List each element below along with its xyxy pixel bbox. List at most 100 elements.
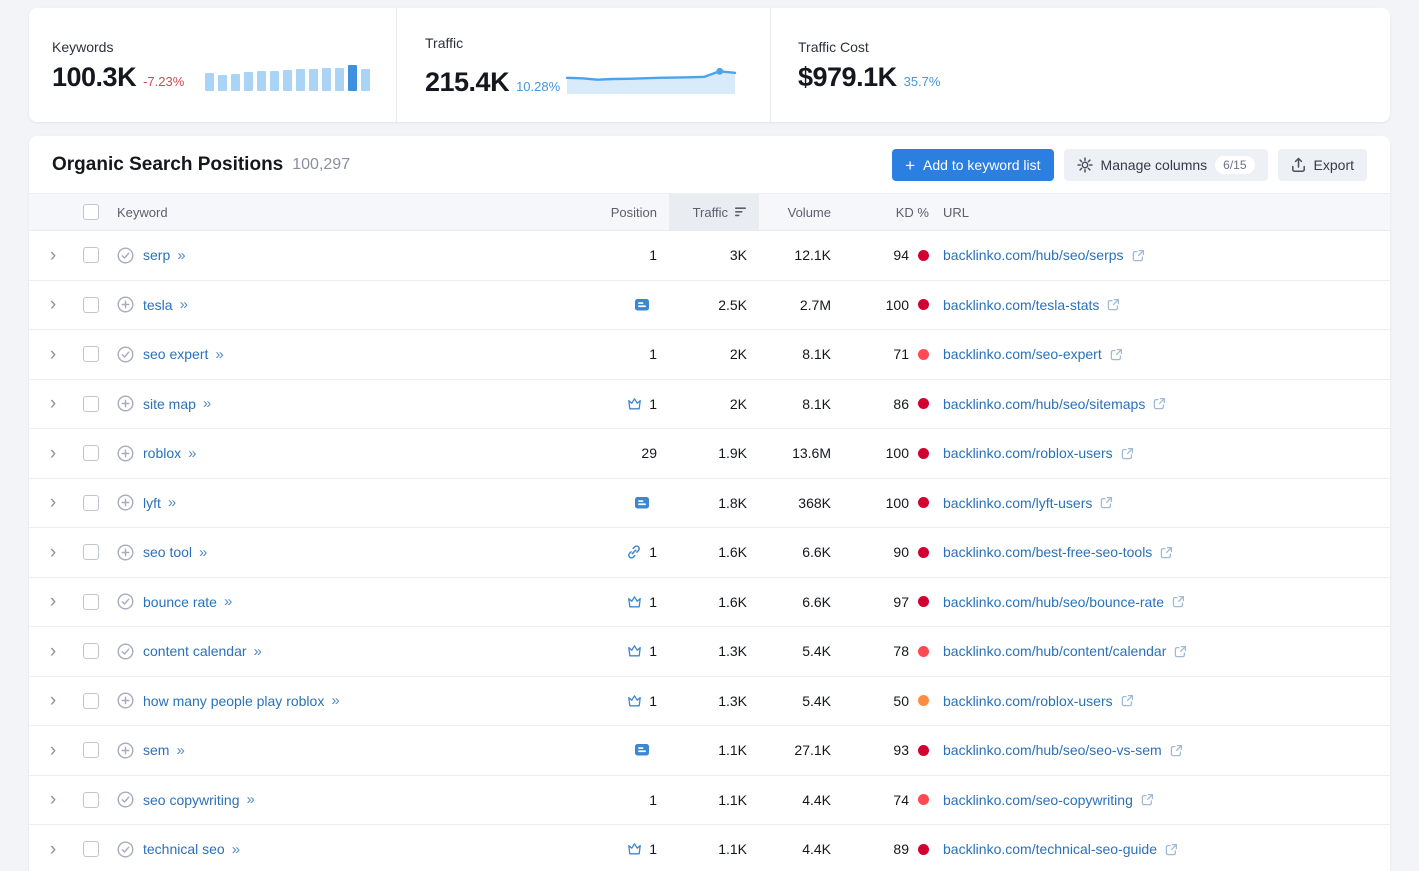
plus-circle-icon[interactable] — [117, 445, 134, 462]
double-chevron-icon[interactable]: » — [331, 692, 339, 709]
expand-row-chevron[interactable]: › — [50, 592, 56, 611]
url-link[interactable]: backlinko.com/hub/seo/seo-vs-sem — [943, 742, 1162, 758]
row-checkbox[interactable] — [83, 495, 99, 511]
double-chevron-icon[interactable]: » — [224, 593, 232, 610]
double-chevron-icon[interactable]: » — [177, 247, 185, 264]
double-chevron-icon[interactable]: » — [247, 791, 255, 808]
url-link[interactable]: backlinko.com/hub/seo/bounce-rate — [943, 594, 1164, 610]
select-all-checkbox[interactable] — [83, 204, 99, 220]
external-link-icon[interactable] — [1121, 447, 1134, 460]
check-circle-icon[interactable] — [117, 247, 134, 264]
external-link-icon[interactable] — [1153, 397, 1166, 410]
column-header-url[interactable]: URL — [933, 194, 1390, 230]
keyword-link[interactable]: technical seo — [143, 841, 225, 857]
url-link[interactable]: backlinko.com/technical-seo-guide — [943, 841, 1157, 857]
plus-circle-icon[interactable] — [117, 395, 134, 412]
column-header-volume[interactable]: Volume — [759, 194, 839, 230]
external-link-icon[interactable] — [1165, 843, 1178, 856]
row-checkbox[interactable] — [83, 544, 99, 560]
double-chevron-icon[interactable]: » — [232, 841, 240, 858]
keyword-link[interactable]: bounce rate — [143, 594, 217, 610]
double-chevron-icon[interactable]: » — [254, 643, 262, 660]
double-chevron-icon[interactable]: » — [180, 296, 188, 313]
url-link[interactable]: backlinko.com/seo-expert — [943, 346, 1102, 362]
plus-circle-icon[interactable] — [117, 742, 134, 759]
external-link-icon[interactable] — [1160, 546, 1173, 559]
column-header-traffic[interactable]: Traffic — [669, 194, 759, 230]
expand-row-chevron[interactable]: › — [50, 246, 56, 265]
row-checkbox[interactable] — [83, 841, 99, 857]
expand-row-chevron[interactable]: › — [50, 444, 56, 463]
check-circle-icon[interactable] — [117, 346, 134, 363]
url-link[interactable]: backlinko.com/hub/seo/sitemaps — [943, 396, 1145, 412]
plus-circle-icon[interactable] — [117, 544, 134, 561]
expand-row-chevron[interactable]: › — [50, 295, 56, 314]
url-link[interactable]: backlinko.com/best-free-seo-tools — [943, 544, 1152, 560]
url-link[interactable]: backlinko.com/hub/seo/serps — [943, 247, 1124, 263]
keyword-link[interactable]: how many people play roblox — [143, 693, 324, 709]
url-link[interactable]: backlinko.com/hub/content/calendar — [943, 643, 1166, 659]
add-to-keyword-list-button[interactable]: + Add to keyword list — [892, 149, 1053, 181]
url-link[interactable]: backlinko.com/seo-copywriting — [943, 792, 1133, 808]
external-link-icon[interactable] — [1100, 496, 1113, 509]
row-checkbox[interactable] — [83, 594, 99, 610]
row-checkbox[interactable] — [83, 396, 99, 412]
external-link-icon[interactable] — [1110, 348, 1123, 361]
row-checkbox[interactable] — [83, 247, 99, 263]
external-link-icon[interactable] — [1121, 694, 1134, 707]
keyword-link[interactable]: content calendar — [143, 643, 247, 659]
external-link-icon[interactable] — [1170, 744, 1183, 757]
double-chevron-icon[interactable]: » — [199, 544, 207, 561]
double-chevron-icon[interactable]: » — [215, 346, 223, 363]
expand-row-chevron[interactable]: › — [50, 741, 56, 760]
double-chevron-icon[interactable]: » — [188, 445, 196, 462]
keyword-link[interactable]: serp — [143, 247, 170, 263]
external-link-icon[interactable] — [1172, 595, 1185, 608]
row-checkbox[interactable] — [83, 693, 99, 709]
expand-row-chevron[interactable]: › — [50, 543, 56, 562]
double-chevron-icon[interactable]: » — [176, 742, 184, 759]
external-link-icon[interactable] — [1107, 298, 1120, 311]
double-chevron-icon[interactable]: » — [168, 494, 176, 511]
keyword-link[interactable]: sem — [143, 742, 169, 758]
row-checkbox[interactable] — [83, 742, 99, 758]
expand-row-chevron[interactable]: › — [50, 790, 56, 809]
manage-columns-button[interactable]: Manage columns 6/15 — [1064, 149, 1268, 181]
expand-row-chevron[interactable]: › — [50, 394, 56, 413]
expand-row-chevron[interactable]: › — [50, 345, 56, 364]
double-chevron-icon[interactable]: » — [203, 395, 211, 412]
row-checkbox[interactable] — [83, 297, 99, 313]
expand-row-chevron[interactable]: › — [50, 840, 56, 859]
url-link[interactable]: backlinko.com/roblox-users — [943, 445, 1113, 461]
row-checkbox[interactable] — [83, 346, 99, 362]
plus-circle-icon[interactable] — [117, 692, 134, 709]
keyword-link[interactable]: seo tool — [143, 544, 192, 560]
external-link-icon[interactable] — [1132, 249, 1145, 262]
keyword-link[interactable]: seo copywriting — [143, 792, 240, 808]
url-link[interactable]: backlinko.com/lyft-users — [943, 495, 1092, 511]
row-checkbox[interactable] — [83, 792, 99, 808]
check-circle-icon[interactable] — [117, 791, 134, 808]
external-link-icon[interactable] — [1174, 645, 1187, 658]
keyword-link[interactable]: lyft — [143, 495, 161, 511]
column-header-keyword[interactable]: Keyword — [117, 194, 559, 230]
expand-row-chevron[interactable]: › — [50, 642, 56, 661]
external-link-icon[interactable] — [1141, 793, 1154, 806]
column-header-position[interactable]: Position — [559, 194, 669, 230]
row-checkbox[interactable] — [83, 643, 99, 659]
export-button[interactable]: Export — [1278, 149, 1367, 181]
keyword-link[interactable]: roblox — [143, 445, 181, 461]
expand-row-chevron[interactable]: › — [50, 493, 56, 512]
url-link[interactable]: backlinko.com/tesla-stats — [943, 297, 1099, 313]
keyword-link[interactable]: site map — [143, 396, 196, 412]
row-checkbox[interactable] — [83, 445, 99, 461]
check-circle-icon[interactable] — [117, 643, 134, 660]
url-link[interactable]: backlinko.com/roblox-users — [943, 693, 1113, 709]
check-circle-icon[interactable] — [117, 593, 134, 610]
keyword-link[interactable]: tesla — [143, 297, 173, 313]
keyword-link[interactable]: seo expert — [143, 346, 208, 362]
expand-row-chevron[interactable]: › — [50, 691, 56, 710]
check-circle-icon[interactable] — [117, 841, 134, 858]
plus-circle-icon[interactable] — [117, 494, 134, 511]
sort-descending-icon[interactable] — [735, 207, 747, 217]
